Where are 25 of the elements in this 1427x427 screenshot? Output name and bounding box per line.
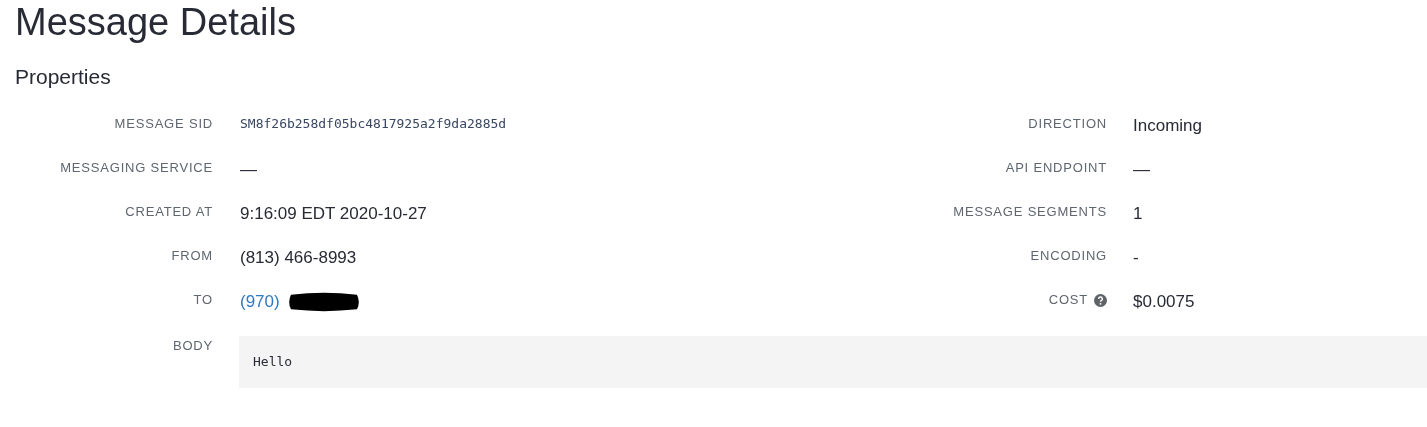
- phone-link[interactable]: (970): [240, 290, 280, 314]
- field-label: MESSAGING SERVICE: [59, 159, 213, 177]
- field-label: TO: [192, 291, 213, 309]
- field-label: COST: [1048, 291, 1088, 309]
- field-value: -: [1133, 247, 1139, 269]
- field-value: 1: [1133, 203, 1143, 225]
- field-label: BODY: [171, 337, 213, 355]
- field-label: CREATED AT: [124, 203, 213, 221]
- field-label: API ENDPOINT: [1004, 159, 1107, 177]
- page-title: Message Details: [14, 0, 297, 44]
- field-label: ENCODING: [1029, 247, 1107, 265]
- field-label: FROM: [170, 247, 213, 265]
- section-heading: Properties: [15, 64, 112, 90]
- field-label: DIRECTION: [1027, 115, 1107, 133]
- field-label: MESSAGE SEGMENTS: [952, 203, 1107, 221]
- message-body: Hello: [239, 336, 1427, 388]
- field-value: (813) 466-8993: [240, 247, 357, 269]
- field-value: Incoming: [1133, 115, 1202, 137]
- help-icon[interactable]: [1094, 293, 1107, 307]
- field-value: —: [1133, 159, 1150, 181]
- field-value: —: [240, 159, 257, 181]
- field-value: $0.0075: [1133, 291, 1195, 313]
- field-value: 9:16:09 EDT 2020-10-27: [240, 203, 427, 225]
- field-label: MESSAGE SID: [113, 115, 213, 133]
- field-value: SM8f26b258df05bc4817925a2f9da2885d: [240, 115, 507, 133]
